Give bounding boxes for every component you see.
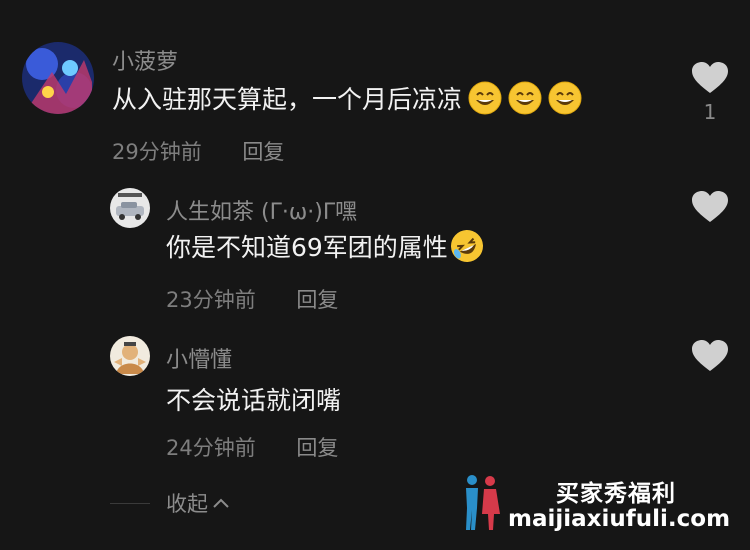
divider	[110, 502, 150, 504]
grinning-face-emoji	[468, 81, 502, 115]
like-count: 1	[703, 100, 717, 124]
comment-text: 不会说话就闭嘴	[166, 381, 341, 417]
username[interactable]: 小菠萝	[112, 44, 178, 76]
comment-time: 24分钟前	[166, 436, 256, 460]
username[interactable]: 人生如茶 (Γ·ω·)Γ嘿	[166, 194, 357, 226]
heart-icon[interactable]	[692, 340, 728, 372]
reply-button[interactable]: 回复	[296, 436, 338, 460]
rolling-laughing-emoji	[450, 229, 484, 263]
comment-text: 你是不知道69军团的属性	[166, 228, 484, 264]
grinning-face-emoji	[508, 81, 542, 115]
comment-text-content: 你是不知道69军团的属性	[166, 233, 448, 262]
avatar[interactable]	[110, 188, 150, 228]
comment-time: 23分钟前	[166, 288, 256, 312]
reply-button[interactable]: 回复	[296, 288, 338, 312]
comment-text-content: 不会说话就闭嘴	[166, 386, 342, 415]
couple-silhouette-icon	[466, 475, 500, 530]
watermark: 买家秀福利 maijiaxiufuli.com	[460, 470, 740, 540]
comment-meta: 23分钟前 回复	[166, 284, 338, 314]
heart-icon[interactable]	[692, 62, 728, 94]
chevron-up-icon	[213, 498, 229, 508]
watermark-url: maijiaxiufuli.com	[508, 506, 731, 532]
collapse-replies-button[interactable]: 收起	[110, 488, 230, 518]
comment-meta: 29分钟前 回复	[112, 136, 284, 166]
grinning-face-emoji	[548, 81, 582, 115]
reply-button[interactable]: 回复	[242, 140, 284, 164]
collapse-label: 收起	[166, 492, 208, 516]
comment-meta: 24分钟前 回复	[166, 432, 338, 462]
heart-icon[interactable]	[692, 191, 728, 223]
avatar[interactable]	[110, 336, 150, 376]
comment-text: 从入驻那天算起，一个月后凉凉	[112, 80, 582, 116]
avatar[interactable]	[22, 42, 94, 114]
comment-time: 29分钟前	[112, 140, 202, 164]
comment-text-content: 从入驻那天算起，一个月后凉凉	[112, 85, 463, 114]
username[interactable]: 小懵懂	[166, 342, 232, 374]
watermark-title: 买家秀福利	[556, 481, 676, 507]
